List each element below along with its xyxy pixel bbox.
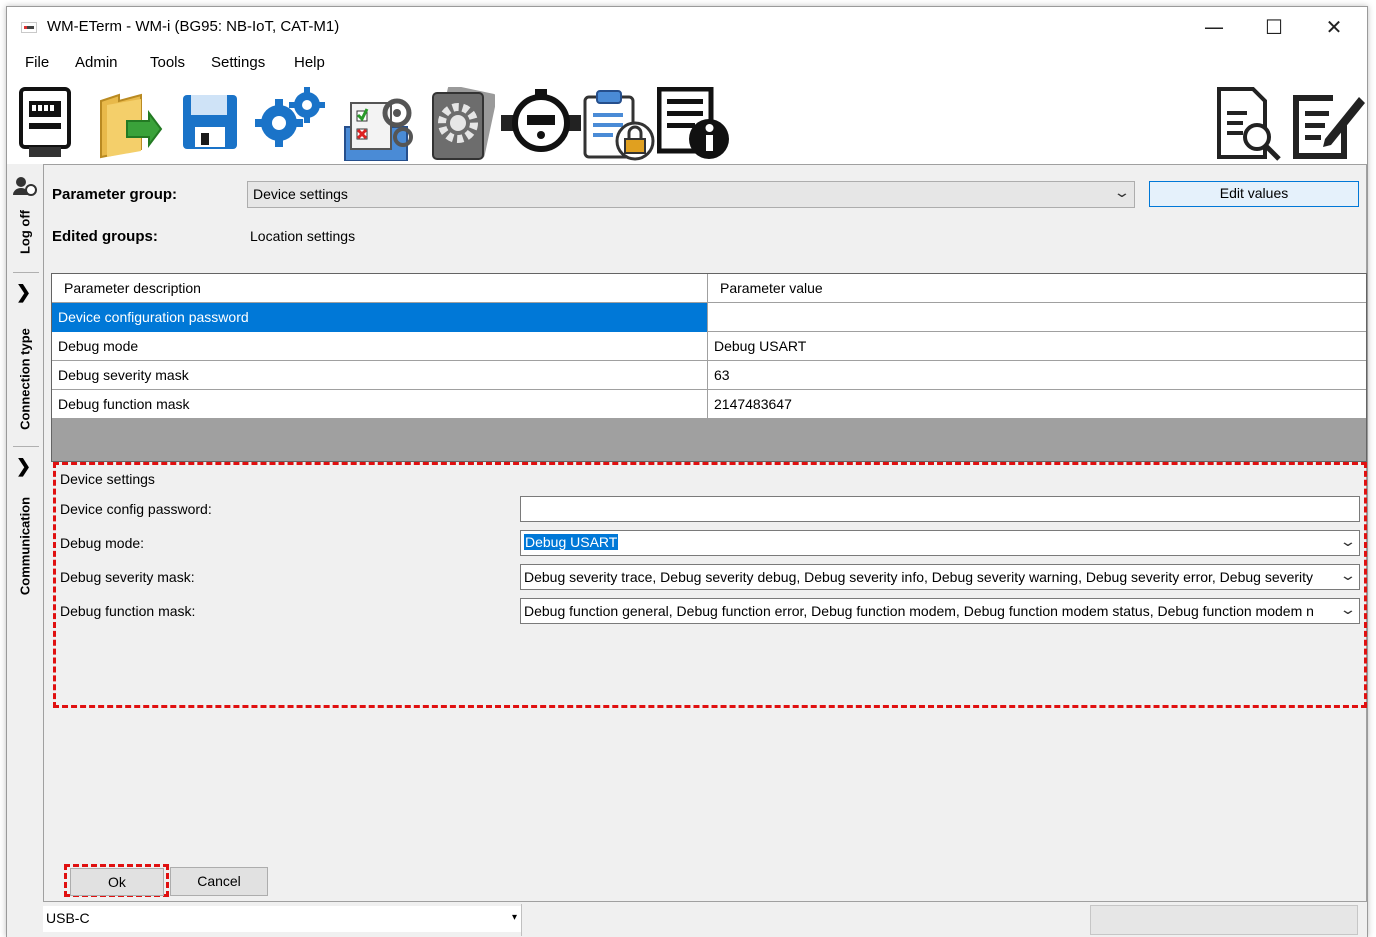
row-value: 63 bbox=[714, 367, 730, 383]
menu-help[interactable]: Help bbox=[294, 54, 325, 71]
app-logo-icon bbox=[21, 22, 37, 33]
column-header-value[interactable]: Parameter value bbox=[708, 274, 1366, 303]
meter-icon[interactable] bbox=[17, 87, 73, 162]
tab-connection-type-label: Connection type bbox=[17, 328, 33, 430]
grid-header: Parameter description Parameter value bbox=[52, 274, 1366, 303]
port-value: USB-C bbox=[46, 910, 90, 926]
row-value: 2147483647 bbox=[714, 396, 792, 412]
side-tabs: Log off ❯ Connection type ❯ Communicatio… bbox=[7, 164, 43, 902]
debug-mode-select[interactable]: Debug USART ⌄ bbox=[520, 530, 1360, 556]
function-mask-select[interactable]: Debug function general, Debug function e… bbox=[520, 598, 1360, 624]
locked-clipboard-icon[interactable] bbox=[581, 87, 655, 164]
function-mask-label: Debug function mask: bbox=[60, 603, 196, 619]
table-row[interactable]: Debug mode Debug USART bbox=[52, 332, 1366, 361]
maximize-button[interactable]: ☐ bbox=[1245, 7, 1303, 47]
dropdown-arrow-icon: ▾ bbox=[511, 912, 517, 923]
port-select[interactable]: USB-C ▾ bbox=[43, 906, 521, 932]
save-icon[interactable] bbox=[181, 87, 241, 154]
debug-mode-label: Debug mode: bbox=[60, 535, 145, 551]
tab-logoff[interactable]: Log off bbox=[7, 164, 43, 264]
menu-admin[interactable]: Admin bbox=[75, 54, 118, 71]
parameter-group-label: Parameter group: bbox=[52, 186, 178, 203]
debug-mode-value: Debug USART bbox=[524, 534, 619, 550]
app-window: WM-ETerm - WM-i (BG95: NB-IoT, CAT-M1) —… bbox=[6, 6, 1368, 937]
severity-mask-label: Debug severity mask: bbox=[60, 569, 195, 585]
status-divider bbox=[521, 904, 522, 936]
chevron-down-icon: ⌄ bbox=[1333, 602, 1357, 618]
password-input[interactable] bbox=[520, 496, 1360, 522]
row-description: Debug function mask bbox=[52, 390, 708, 419]
severity-mask-value: Debug severity trace, Debug severity deb… bbox=[524, 569, 1314, 585]
edit-document-icon[interactable] bbox=[1289, 87, 1365, 164]
password-label: Device config password: bbox=[60, 501, 212, 517]
window-title: WM-ETerm - WM-i (BG95: NB-IoT, CAT-M1) bbox=[47, 18, 340, 35]
tab-connection-type[interactable]: ❯ Connection type bbox=[7, 276, 43, 441]
edit-values-button[interactable]: Edit values bbox=[1149, 181, 1359, 207]
user-icon bbox=[13, 177, 37, 196]
table-row[interactable]: Debug severity mask 63 bbox=[52, 361, 1366, 390]
chevron-right-icon: ❯ bbox=[16, 456, 32, 476]
tab-divider bbox=[13, 272, 39, 273]
menu-settings[interactable]: Settings bbox=[211, 54, 265, 71]
settings-gears-icon[interactable] bbox=[255, 87, 325, 152]
parameter-group-value: Device settings bbox=[253, 186, 348, 202]
ok-button[interactable]: Ok bbox=[70, 868, 164, 896]
tab-communication-label: Communication bbox=[17, 496, 33, 596]
group-title: Device settings bbox=[60, 471, 155, 487]
function-mask-value: Debug function general, Debug function e… bbox=[524, 603, 1314, 619]
parameter-grid: Parameter description Parameter value De… bbox=[51, 273, 1367, 462]
row-description: Debug mode bbox=[52, 332, 708, 361]
chevron-right-icon: ❯ bbox=[16, 282, 32, 302]
row-description: Device configuration password bbox=[52, 303, 708, 332]
chevron-down-icon: ⌄ bbox=[1333, 568, 1357, 584]
toolbar bbox=[7, 79, 1367, 164]
status-panel bbox=[1090, 905, 1358, 935]
menu-file[interactable]: File bbox=[25, 54, 49, 71]
table-row[interactable]: Device configuration password bbox=[52, 303, 1366, 332]
chevron-down-icon: ⌄ bbox=[1333, 534, 1357, 550]
config-checklist-icon[interactable] bbox=[341, 87, 417, 164]
table-row[interactable]: Debug function mask 2147483647 bbox=[52, 390, 1366, 419]
tab-communication[interactable]: ❯ Communication bbox=[7, 450, 43, 610]
status-bar: USB-C ▾ bbox=[7, 902, 1367, 937]
row-description: Debug severity mask bbox=[52, 361, 708, 390]
parameter-group-select[interactable]: Device settings ⌄ bbox=[247, 181, 1135, 208]
edited-groups-label: Edited groups: bbox=[52, 228, 158, 245]
close-button[interactable]: ✕ bbox=[1305, 7, 1363, 47]
menu-bar: File Admin Tools Settings Help bbox=[7, 47, 1367, 79]
chevron-down-icon: ⌄ bbox=[1113, 185, 1131, 201]
firmware-gear-icon[interactable] bbox=[427, 85, 497, 164]
severity-mask-select[interactable]: Debug severity trace, Debug severity deb… bbox=[520, 564, 1360, 590]
title-bar: WM-ETerm - WM-i (BG95: NB-IoT, CAT-M1) —… bbox=[7, 7, 1367, 47]
tab-divider bbox=[13, 446, 39, 447]
main-panel: Parameter group: Device settings ⌄ Edit … bbox=[43, 164, 1367, 902]
water-meter-icon[interactable] bbox=[501, 87, 581, 160]
edited-groups-value: Location settings bbox=[250, 228, 356, 244]
row-value: Debug USART bbox=[714, 338, 807, 354]
column-header-description[interactable]: Parameter description bbox=[52, 274, 708, 303]
search-document-icon[interactable] bbox=[1215, 87, 1285, 164]
info-document-icon[interactable] bbox=[656, 86, 737, 168]
tab-logoff-label: Log off bbox=[17, 209, 33, 255]
cancel-button[interactable]: Cancel bbox=[170, 867, 268, 896]
open-folder-icon[interactable] bbox=[97, 87, 163, 162]
menu-tools[interactable]: Tools bbox=[150, 54, 185, 71]
device-settings-group: Device settings Device config password: … bbox=[58, 468, 1364, 704]
minimize-button[interactable]: — bbox=[1185, 7, 1243, 47]
row-value bbox=[708, 303, 1366, 332]
